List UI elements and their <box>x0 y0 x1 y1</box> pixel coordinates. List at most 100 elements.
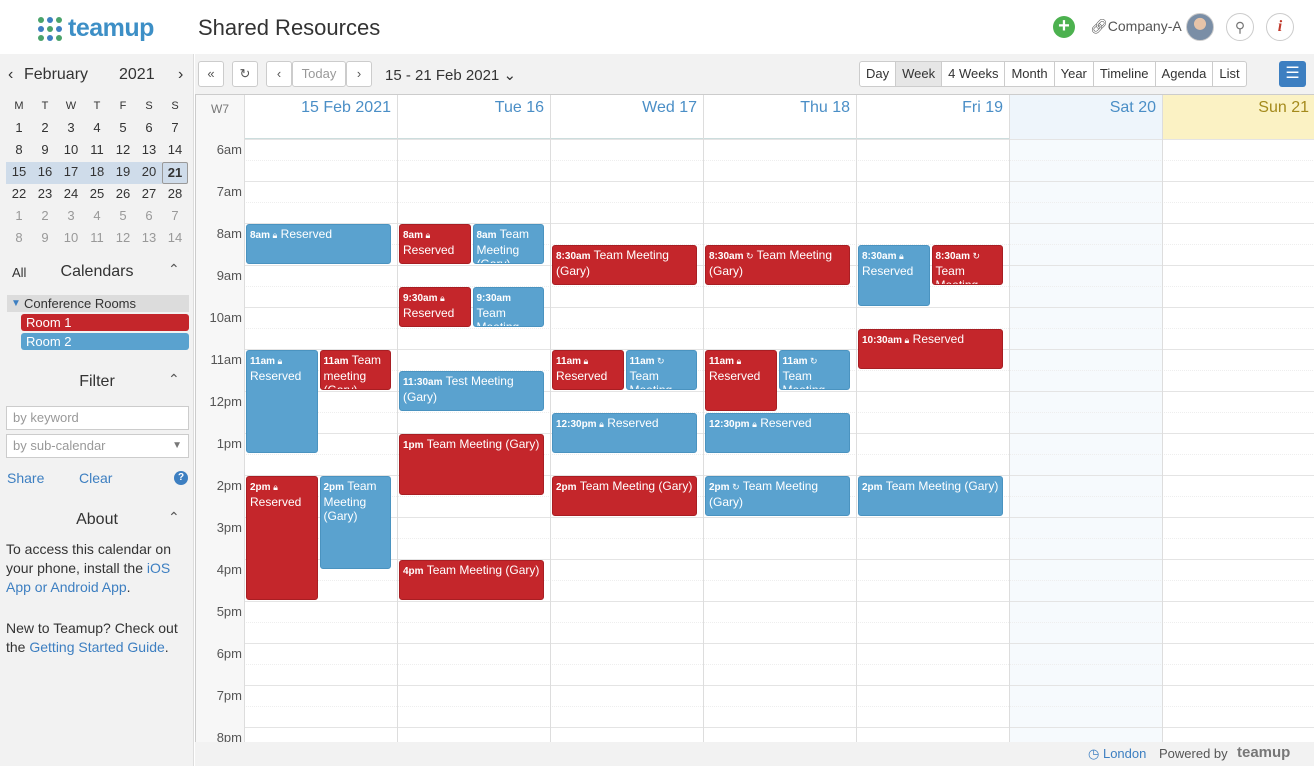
mini-calendar-day[interactable]: 19 <box>110 162 136 184</box>
mini-calendar-day[interactable]: 12 <box>110 140 136 162</box>
calendar-event[interactable]: 2pm ↻ Team Meeting (Gary) <box>705 476 850 516</box>
mini-calendar-day[interactable]: 11 <box>84 228 110 250</box>
mini-calendar-day[interactable]: 5 <box>110 118 136 140</box>
calendar-event[interactable]: 11am ↻ Team Meeting (Gary) <box>625 350 697 390</box>
day-header[interactable]: Tue 16 <box>397 95 550 139</box>
mini-calendar-day[interactable]: 10 <box>58 140 84 162</box>
timezone-link[interactable]: ◷ London <box>1088 746 1146 762</box>
calendar-event[interactable]: 8:30am 🔒︎ Reserved <box>858 245 930 306</box>
mini-calendar-day[interactable]: 13 <box>136 228 162 250</box>
day-header[interactable]: Fri 19 <box>856 95 1009 139</box>
teamup-logo[interactable]: teamup <box>38 14 154 43</box>
mini-calendar-day[interactable]: 20 <box>136 162 162 184</box>
mini-calendar-day[interactable]: 9 <box>32 140 58 162</box>
view-timeline[interactable]: Timeline <box>1092 62 1155 86</box>
share-link[interactable]: Share <box>7 470 44 486</box>
calendar-event[interactable]: 8:30am Team Meeting (Gary) <box>552 245 697 285</box>
mini-calendar-day[interactable]: 4 <box>84 118 110 140</box>
mini-calendar-day[interactable]: 4 <box>84 206 110 228</box>
view-week[interactable]: Week <box>895 62 942 86</box>
mini-calendar-day[interactable]: 8 <box>6 228 32 250</box>
calendar-group-conference-rooms[interactable]: ▼ Conference Rooms <box>7 295 189 312</box>
keyword-filter-input[interactable]: by keyword <box>6 406 189 430</box>
double-chevron-left-icon[interactable]: « <box>198 61 224 87</box>
view-year[interactable]: Year <box>1053 62 1093 86</box>
calendar-event[interactable]: 11am Team meeting (Gary) <box>319 350 391 390</box>
mini-calendar-day[interactable]: 14 <box>162 140 188 162</box>
calendar-event[interactable]: 10:30am 🔒︎ Reserved <box>858 329 1003 369</box>
mini-calendar-day[interactable]: 9 <box>32 228 58 250</box>
view-day[interactable]: Day <box>860 62 895 86</box>
day-header[interactable]: Thu 18 <box>703 95 856 139</box>
calendar-event[interactable]: 1pm Team Meeting (Gary) <box>399 434 544 495</box>
day-header[interactable]: Wed 17 <box>550 95 703 139</box>
calendar-event[interactable]: 9:30am Team Meeting (Gary) <box>472 287 544 327</box>
mini-calendar-day[interactable]: 25 <box>84 184 110 206</box>
mini-calendar-day[interactable]: 6 <box>136 118 162 140</box>
mini-calendar-day[interactable]: 15 <box>6 162 32 184</box>
mini-calendar-day[interactable]: 21 <box>162 162 188 184</box>
calendar-event[interactable]: 12:30pm 🔒︎ Reserved <box>552 413 697 453</box>
mini-calendar-day[interactable]: 12 <box>110 228 136 250</box>
view-month[interactable]: Month <box>1004 62 1053 86</box>
calendar-event[interactable]: 11:30am Test Meeting (Gary) <box>399 371 544 411</box>
mini-calendar-day[interactable]: 10 <box>58 228 84 250</box>
mini-year[interactable]: 2021 <box>119 66 155 84</box>
calendar-event[interactable]: 2pm Team Meeting (Gary) <box>858 476 1003 516</box>
mini-calendar-day[interactable]: 16 <box>32 162 58 184</box>
mini-calendar-day[interactable]: 11 <box>84 140 110 162</box>
search-button[interactable]: ⚲ <box>1226 13 1254 41</box>
mini-month[interactable]: February <box>24 66 88 84</box>
mini-calendar-day[interactable]: 23 <box>32 184 58 206</box>
calendar-room-1[interactable]: Room 1 <box>21 314 189 331</box>
mini-calendar-day[interactable]: 26 <box>110 184 136 206</box>
footer-logo[interactable]: teamup <box>1237 744 1290 761</box>
triangle-down-icon[interactable]: ▼ <box>11 295 21 312</box>
calendar-event[interactable]: 2pm 🔒︎ Reserved <box>246 476 318 600</box>
mini-calendar-day[interactable]: 1 <box>6 206 32 228</box>
date-range-picker[interactable]: 15 - 21 Feb 2021 ⌄ <box>385 66 516 84</box>
mini-calendar-day[interactable]: 8 <box>6 140 32 162</box>
calendar-event[interactable]: 8:30am ↻ Team Meeting (Gary) <box>705 245 850 285</box>
day-header[interactable]: Sun 21 <box>1162 95 1314 139</box>
prev-week-button[interactable]: ‹ <box>266 61 292 87</box>
calendar-event[interactable]: 4pm Team Meeting (Gary) <box>399 560 544 600</box>
chevron-up-icon[interactable]: ⌃ <box>168 261 180 278</box>
calendar-event[interactable]: 12:30pm 🔒︎ Reserved <box>705 413 850 453</box>
subcalendar-filter-select[interactable]: by sub-calendar ▼ <box>6 434 189 458</box>
mini-calendar-day[interactable]: 22 <box>6 184 32 206</box>
calendar-event[interactable]: 11am 🔒︎ Reserved <box>552 350 624 390</box>
mini-calendar-day[interactable]: 7 <box>162 118 188 140</box>
mini-calendar-day[interactable]: 2 <box>32 118 58 140</box>
help-icon[interactable]: ? <box>174 471 188 485</box>
mini-calendar-day[interactable]: 7 <box>162 206 188 228</box>
calendar-event[interactable]: 9:30am 🔒︎ Reserved <box>399 287 471 327</box>
day-header[interactable]: Sat 20 <box>1009 95 1162 139</box>
refresh-icon[interactable]: ↻ <box>232 61 258 87</box>
chevron-right-icon[interactable]: › <box>178 66 183 84</box>
today-button[interactable]: Today <box>292 61 346 87</box>
calendar-room-2[interactable]: Room 2 <box>21 333 189 350</box>
mini-calendar-day[interactable]: 18 <box>84 162 110 184</box>
info-button[interactable]: i <box>1266 13 1294 41</box>
calendar-event[interactable]: 2pm Team Meeting (Gary) <box>552 476 697 516</box>
mini-calendar-day[interactable]: 27 <box>136 184 162 206</box>
view-list[interactable]: List <box>1212 62 1245 86</box>
mini-calendar-day[interactable]: 17 <box>58 162 84 184</box>
clear-link[interactable]: Clear <box>79 470 112 486</box>
mini-calendar-day[interactable]: 13 <box>136 140 162 162</box>
chevron-left-icon[interactable]: ‹ <box>8 66 13 84</box>
calendar-event[interactable]: 11am ↻ Team Meeting (Gary) <box>778 350 850 390</box>
calendar-event[interactable]: 8am Team Meeting (Gary) <box>472 224 544 264</box>
mini-calendar-day[interactable]: 28 <box>162 184 188 206</box>
calendar-event[interactable]: 8am 🔒︎ Reserved <box>246 224 391 264</box>
hamburger-menu-icon[interactable]: ☰ <box>1279 61 1306 87</box>
calendar-event[interactable]: 11am 🔒︎ Reserved <box>246 350 318 453</box>
calendar-event[interactable]: 8:30am ↻ Team Meeting (Gary) <box>931 245 1003 285</box>
day-header[interactable]: 15 Feb 2021 <box>244 95 397 139</box>
mini-calendar-day[interactable]: 3 <box>58 206 84 228</box>
view-agenda[interactable]: Agenda <box>1154 62 1213 86</box>
mini-calendar-day[interactable]: 5 <box>110 206 136 228</box>
avatar[interactable] <box>1186 13 1214 41</box>
mini-calendar-day[interactable]: 1 <box>6 118 32 140</box>
